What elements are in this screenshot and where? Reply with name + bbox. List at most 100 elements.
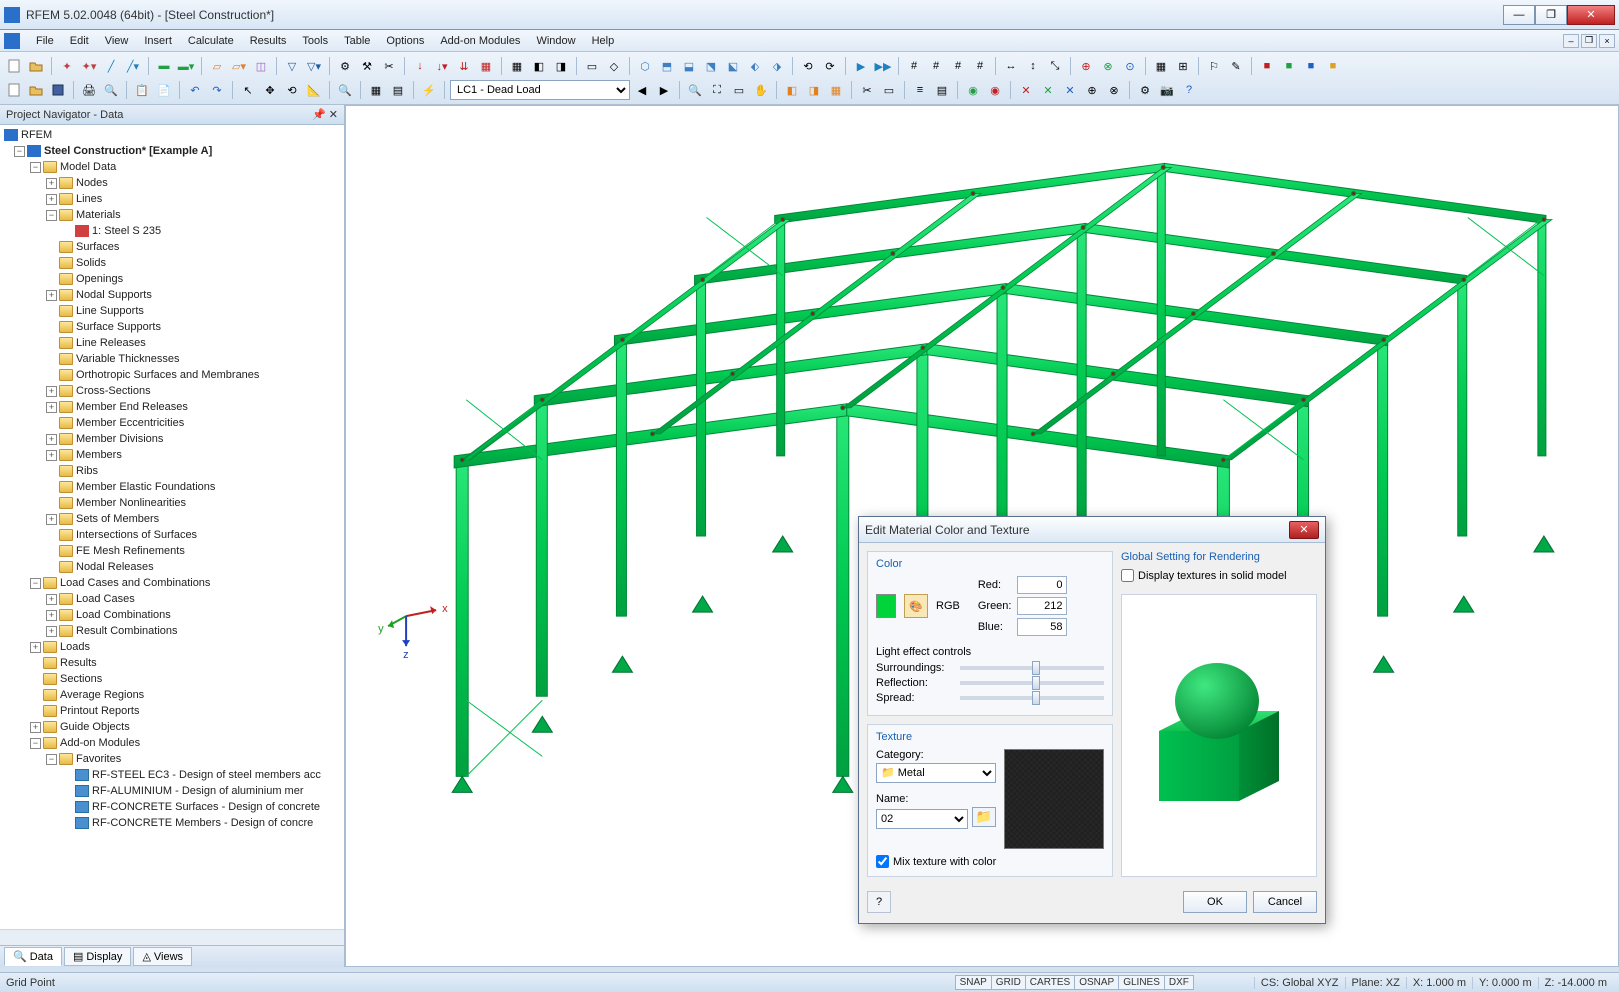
tree-fav1[interactable]: RF-STEEL EC3 - Design of steel members a… <box>0 767 344 783</box>
tree-mem-nonlin[interactable]: Member Nonlinearities <box>0 495 344 511</box>
load-area-icon[interactable]: ▦ <box>476 56 496 76</box>
tree-openings[interactable]: Openings <box>0 271 344 287</box>
tool-icon[interactable]: ⚐ <box>1204 56 1224 76</box>
num-icon[interactable]: # <box>970 56 990 76</box>
view-icon[interactable]: ⬖ <box>745 56 765 76</box>
reflection-slider[interactable] <box>960 681 1104 685</box>
menu-table[interactable]: Table <box>336 33 378 49</box>
support-icon[interactable]: ▽ <box>282 56 302 76</box>
display-textures-checkbox[interactable] <box>1121 569 1134 582</box>
dim-icon[interactable]: ↔ <box>1001 56 1021 76</box>
prev-icon[interactable]: ◀ <box>632 80 652 100</box>
node-icon[interactable]: ✦ <box>57 56 77 76</box>
category-select[interactable]: 📁 Metal <box>876 763 996 783</box>
view-y-icon[interactable]: ⬓ <box>679 56 699 76</box>
close-button[interactable]: ✕ <box>1567 5 1615 25</box>
blue-input[interactable] <box>1017 618 1067 636</box>
measure-icon[interactable]: 📐 <box>304 80 324 100</box>
menu-addon[interactable]: Add-on Modules <box>432 33 528 49</box>
spread-slider[interactable] <box>960 696 1104 700</box>
solid-view-icon[interactable]: ◧ <box>529 56 549 76</box>
result-icon[interactable]: ▦ <box>826 80 846 100</box>
tree-results[interactable]: Results <box>0 655 344 671</box>
color-icon[interactable]: ■ <box>1257 56 1277 76</box>
calc-icon[interactable]: ▶ <box>851 56 871 76</box>
tool-icon[interactable]: ⚙ <box>1135 80 1155 100</box>
tree-mem-div[interactable]: +Member Divisions <box>0 431 344 447</box>
select-icon[interactable]: ◇ <box>604 56 624 76</box>
tool-icon[interactable]: 📷 <box>1157 80 1177 100</box>
tree-favorites[interactable]: −Favorites <box>0 751 344 767</box>
red-input[interactable] <box>1017 576 1067 594</box>
copy-icon[interactable]: 📋 <box>132 80 152 100</box>
tree-ortho[interactable]: Orthotropic Surfaces and Membranes <box>0 367 344 383</box>
wireframe-icon[interactable]: ▦ <box>507 56 527 76</box>
axis-icon[interactable]: ⊕ <box>1082 80 1102 100</box>
menu-view[interactable]: View <box>97 33 137 49</box>
line-icon[interactable]: ╱ <box>101 56 121 76</box>
menu-help[interactable]: Help <box>584 33 623 49</box>
tree-project[interactable]: −Steel Construction* [Example A] <box>0 143 344 159</box>
tool-icon[interactable]: ✎ <box>1226 56 1246 76</box>
tree-nodal-rel[interactable]: Nodal Releases <box>0 559 344 575</box>
menu-calculate[interactable]: Calculate <box>180 33 242 49</box>
support-dropdown-icon[interactable]: ▽▾ <box>304 56 324 76</box>
tree-fe-mesh[interactable]: FE Mesh Refinements <box>0 543 344 559</box>
tab-display[interactable]: ▤Display <box>64 947 131 966</box>
print-preview-icon[interactable]: 🔍 <box>101 80 121 100</box>
dialog-close-button[interactable]: ✕ <box>1289 521 1319 539</box>
tree-lcc[interactable]: −Load Cases and Combinations <box>0 575 344 591</box>
result-icon[interactable]: ◧ <box>782 80 802 100</box>
view-icon[interactable]: ⬗ <box>767 56 787 76</box>
dialog-help-button[interactable]: ? <box>867 891 891 913</box>
axis-icon[interactable]: ✕ <box>1060 80 1080 100</box>
zoom-fit-icon[interactable]: ⛶ <box>707 80 727 100</box>
tree-load-cases[interactable]: +Load Cases <box>0 591 344 607</box>
layer-icon[interactable]: ▤ <box>932 80 952 100</box>
axis-icon[interactable]: ✕ <box>1038 80 1058 100</box>
zoom-icon[interactable]: 🔍 <box>685 80 705 100</box>
tree-sections[interactable]: Sections <box>0 671 344 687</box>
snap-btn[interactable]: SNAP <box>955 975 992 990</box>
tree-sets[interactable]: +Sets of Members <box>0 511 344 527</box>
calc-icon[interactable]: ⚡ <box>419 80 439 100</box>
menu-window[interactable]: Window <box>528 33 583 49</box>
green-input[interactable] <box>1017 597 1067 615</box>
tree-nodal-supports[interactable]: +Nodal Supports <box>0 287 344 303</box>
tree-root[interactable]: RFEM <box>0 127 344 143</box>
tree-model-data[interactable]: −Model Data <box>0 159 344 175</box>
view-iso-icon[interactable]: ⬡ <box>635 56 655 76</box>
tree-line-supports[interactable]: Line Supports <box>0 303 344 319</box>
layer-icon[interactable]: ≡ <box>910 80 930 100</box>
grid-icon[interactable]: ⊞ <box>1173 56 1193 76</box>
navigator-hscroll[interactable] <box>0 929 344 945</box>
help-icon[interactable]: ? <box>1179 80 1199 100</box>
render-icon[interactable]: ◉ <box>985 80 1005 100</box>
pin-icon[interactable]: 📌 ✕ <box>312 108 338 121</box>
color-icon[interactable]: ■ <box>1279 56 1299 76</box>
move-icon[interactable]: ✥ <box>260 80 280 100</box>
zoom-win-icon[interactable]: ▭ <box>729 80 749 100</box>
tree-cross[interactable]: +Cross-Sections <box>0 383 344 399</box>
pan-icon[interactable]: ✋ <box>751 80 771 100</box>
print-icon[interactable]: 🖨 <box>79 80 99 100</box>
member-dropdown-icon[interactable]: ▬▾ <box>176 56 196 76</box>
model-viewport[interactable]: x y z Edit Material Color and Texture ✕ … <box>345 105 1619 967</box>
num-icon[interactable]: # <box>904 56 924 76</box>
clip-icon[interactable]: ✂ <box>857 80 877 100</box>
snap-icon[interactable]: ⊕ <box>1076 56 1096 76</box>
redo-icon[interactable]: ↷ <box>207 80 227 100</box>
dim-icon[interactable]: ⤡ <box>1045 56 1065 76</box>
tree-nodes[interactable]: +Nodes <box>0 175 344 191</box>
load-line-icon[interactable]: ⇊ <box>454 56 474 76</box>
tree-printout[interactable]: Printout Reports <box>0 703 344 719</box>
osnap-btn[interactable]: OSNAP <box>1074 975 1119 990</box>
open-file-icon[interactable] <box>26 80 46 100</box>
load-dropdown-icon[interactable]: ↓▾ <box>432 56 452 76</box>
tree-line-releases[interactable]: Line Releases <box>0 335 344 351</box>
table-icon[interactable]: ▦ <box>366 80 386 100</box>
dialog-titlebar[interactable]: Edit Material Color and Texture ✕ <box>859 517 1325 543</box>
name-select[interactable]: 02 <box>876 809 968 829</box>
tree-addon[interactable]: −Add-on Modules <box>0 735 344 751</box>
view-x-icon[interactable]: ⬒ <box>657 56 677 76</box>
